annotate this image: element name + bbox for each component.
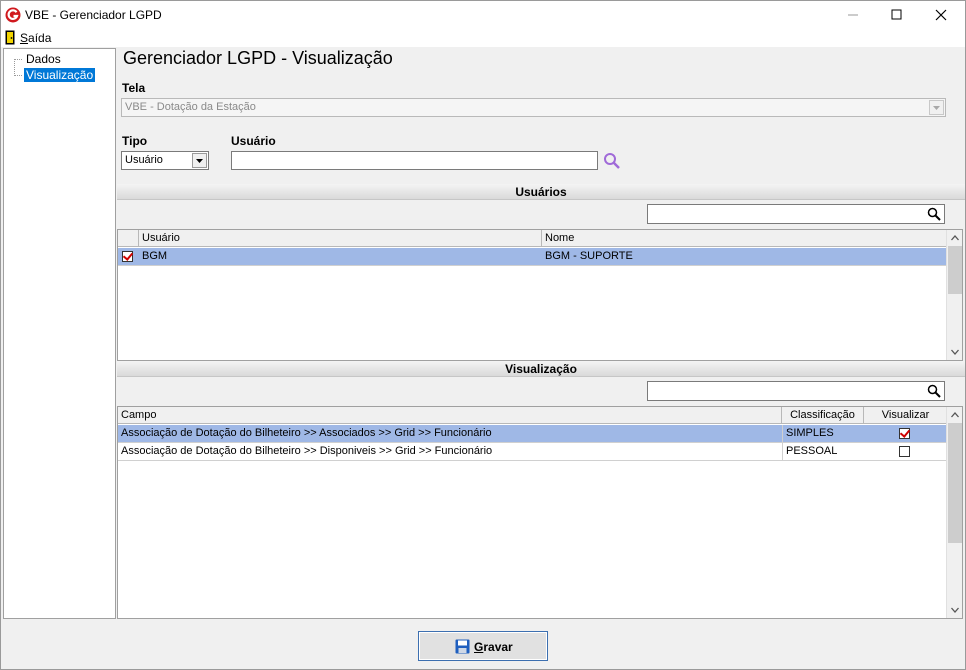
usuario-input[interactable] xyxy=(231,151,598,170)
menu-bar: Saída xyxy=(1,29,965,47)
tree-connector xyxy=(14,59,22,60)
menu-saida-label: aída xyxy=(28,31,52,45)
tipo-select-value: Usuário xyxy=(125,154,163,166)
table-row[interactable]: Associação de Dotação do Bilheteiro >> A… xyxy=(118,425,947,443)
close-button[interactable] xyxy=(927,5,957,25)
visualizacao-grid-header: Campo Classificação Visualizar xyxy=(118,407,948,424)
tree-item-dados[interactable]: Dados xyxy=(24,52,63,66)
chevron-down-icon xyxy=(933,106,940,110)
header-checkbox-column xyxy=(118,230,139,247)
tree-item-visualizacao[interactable]: Visualização xyxy=(24,68,96,82)
search-icon xyxy=(927,384,941,398)
cell-classificacao: SIMPLES xyxy=(782,425,864,443)
close-icon xyxy=(935,9,947,21)
usuarios-section-header: Usuários xyxy=(117,184,965,200)
tela-dropdown-button[interactable] xyxy=(929,100,944,115)
gravar-label: Gravar xyxy=(474,640,513,654)
visualizar-checkbox[interactable] xyxy=(899,428,910,439)
scroll-up-icon[interactable] xyxy=(950,410,960,420)
usuario-search-button[interactable] xyxy=(602,151,622,171)
maximize-button[interactable] xyxy=(882,5,912,25)
column-header-nome[interactable]: Nome xyxy=(542,230,948,247)
gravar-mnemonic: G xyxy=(474,640,484,654)
usuarios-filter-input[interactable] xyxy=(647,204,945,224)
title-bar: VBE - Gerenciador LGPD xyxy=(1,1,965,29)
gravar-button[interactable]: Gravar xyxy=(418,631,548,661)
minimize-icon xyxy=(848,14,858,16)
row-checkbox[interactable] xyxy=(122,251,133,262)
chevron-up-icon xyxy=(951,412,959,418)
cell-usuario: BGM xyxy=(142,250,168,262)
tree-connector xyxy=(14,75,22,76)
visualizar-checkbox[interactable] xyxy=(899,446,910,457)
table-row[interactable]: BGM BGM - SUPORTE xyxy=(118,248,947,266)
visualizacao-grid: Campo Classificação Visualizar Associaçã… xyxy=(117,406,963,619)
cell-classificacao: PESSOAL xyxy=(782,443,864,461)
scroll-down-icon[interactable] xyxy=(950,347,960,357)
cell-nome: BGM - SUPORTE xyxy=(545,250,633,262)
chevron-down-icon xyxy=(951,349,959,355)
navigation-tree: Dados Visualização xyxy=(3,48,116,619)
window-title: VBE - Gerenciador LGPD xyxy=(25,8,162,22)
column-header-campo[interactable]: Campo xyxy=(118,407,782,424)
scroll-thumb[interactable] xyxy=(948,423,962,543)
page-title: Gerenciador LGPD - Visualização xyxy=(123,48,393,68)
chevron-up-icon xyxy=(951,235,959,241)
minimize-button[interactable] xyxy=(839,5,869,25)
column-header-usuario[interactable]: Usuário xyxy=(139,230,542,247)
scroll-down-icon[interactable] xyxy=(950,605,960,615)
menu-saida[interactable]: Saída xyxy=(20,31,51,45)
exit-door-icon xyxy=(5,30,15,45)
save-disk-icon xyxy=(455,639,470,654)
tipo-dropdown-button[interactable] xyxy=(192,153,207,168)
tipo-label: Tipo xyxy=(122,134,148,148)
table-row[interactable]: Associação de Dotação do Bilheteiro >> D… xyxy=(118,443,947,461)
maximize-icon xyxy=(891,9,902,20)
chevron-down-icon xyxy=(196,159,203,163)
usuarios-scrollbar[interactable] xyxy=(946,230,962,360)
tela-select-value: VBE - Dotação da Estação xyxy=(125,101,256,113)
chevron-down-icon xyxy=(951,607,959,613)
usuario-label: Usuário xyxy=(231,134,276,148)
visualizacao-section-header: Visualização xyxy=(117,361,965,377)
gravar-label-rest: ravar xyxy=(483,640,513,654)
visualizacao-scrollbar[interactable] xyxy=(946,407,962,618)
column-header-visualizar[interactable]: Visualizar xyxy=(864,407,948,424)
column-header-classificacao[interactable]: Classificação xyxy=(782,407,864,424)
menu-saida-mnemonic: S xyxy=(20,31,29,45)
visualizacao-filter-input[interactable] xyxy=(647,381,945,401)
main-window: VBE - Gerenciador LGPD Saída Dados Visua… xyxy=(0,0,966,670)
cell-campo: Associação de Dotação do Bilheteiro >> A… xyxy=(121,427,492,439)
search-icon xyxy=(927,207,941,221)
tree-connector xyxy=(14,59,15,76)
scroll-thumb[interactable] xyxy=(948,246,962,294)
app-logo-icon xyxy=(5,7,21,23)
usuarios-grid-header: Usuário Nome xyxy=(118,230,948,247)
scroll-up-icon[interactable] xyxy=(950,233,960,243)
tela-label: Tela xyxy=(122,81,146,95)
tela-select[interactable]: VBE - Dotação da Estação xyxy=(121,98,946,117)
search-icon xyxy=(604,153,620,169)
cell-campo: Associação de Dotação do Bilheteiro >> D… xyxy=(121,445,493,457)
usuarios-grid: Usuário Nome BGM BGM - SUPORTE xyxy=(117,229,963,361)
tipo-select[interactable]: Usuário xyxy=(121,151,209,170)
